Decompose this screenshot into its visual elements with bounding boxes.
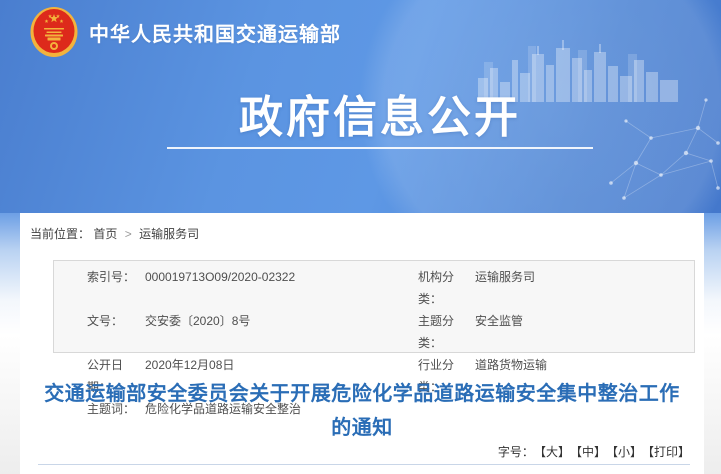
meta-label: 机构分类： bbox=[418, 266, 475, 310]
meta-label: 索引号： bbox=[87, 266, 145, 310]
content-panel: 当前位置： 首页 > 运输服务司 索引号： 000019713O09/2020-… bbox=[20, 213, 704, 474]
article-title: 交通运输部安全委员会关于开展危险化学品道路运输安全集中整治工作的通知 bbox=[36, 377, 688, 445]
breadcrumb-section-link[interactable]: 运输服务司 bbox=[139, 227, 199, 241]
font-size-label: 字号： bbox=[498, 445, 534, 459]
banner-title-underline: 政府信息公开 bbox=[167, 92, 593, 149]
meta-value: 000019713O09/2020-02322 bbox=[145, 266, 418, 310]
banner: 中华人民共和国交通运输部 政府信息公开 bbox=[0, 0, 721, 213]
breadcrumb: 当前位置： 首页 > 运输服务司 bbox=[30, 225, 199, 242]
font-size-small-button[interactable]: 【小】 bbox=[612, 445, 642, 459]
breadcrumb-separator: > bbox=[125, 227, 132, 241]
national-emblem-icon bbox=[30, 6, 78, 58]
document-meta-table: 索引号： 000019713O09/2020-02322 机构分类： 运输服务司… bbox=[53, 260, 695, 353]
meta-label: 文号： bbox=[87, 310, 145, 354]
print-button[interactable]: 【打印】 bbox=[648, 445, 690, 459]
table-row: 文号： 交安委〔2020〕8号 主题分类： 安全监管 bbox=[54, 310, 694, 354]
font-size-medium-button[interactable]: 【中】 bbox=[576, 445, 606, 459]
bottom-divider bbox=[38, 464, 690, 465]
site-logo[interactable]: 中华人民共和国交通运输部 bbox=[30, 6, 341, 58]
breadcrumb-home-link[interactable]: 首页 bbox=[93, 227, 117, 241]
meta-value: 安全监管 bbox=[475, 310, 694, 354]
network-constellation-icon bbox=[606, 88, 721, 208]
meta-label: 主题分类： bbox=[418, 310, 475, 354]
page: 中华人民共和国交通运输部 政府信息公开 当前位置： 首页 > 运输服务司 索引号… bbox=[0, 0, 721, 474]
font-size-large-button[interactable]: 【大】 bbox=[540, 445, 570, 459]
breadcrumb-label: 当前位置： bbox=[30, 227, 90, 241]
ministry-name: 中华人民共和国交通运输部 bbox=[89, 18, 341, 47]
table-row: 索引号： 000019713O09/2020-02322 机构分类： 运输服务司 bbox=[54, 266, 694, 310]
meta-value: 运输服务司 bbox=[475, 266, 694, 310]
meta-value: 交安委〔2020〕8号 bbox=[145, 310, 418, 354]
font-size-controls: 字号： 【大】【中】【小】【打印】 bbox=[498, 443, 690, 460]
page-title: 政府信息公开 bbox=[167, 92, 593, 144]
